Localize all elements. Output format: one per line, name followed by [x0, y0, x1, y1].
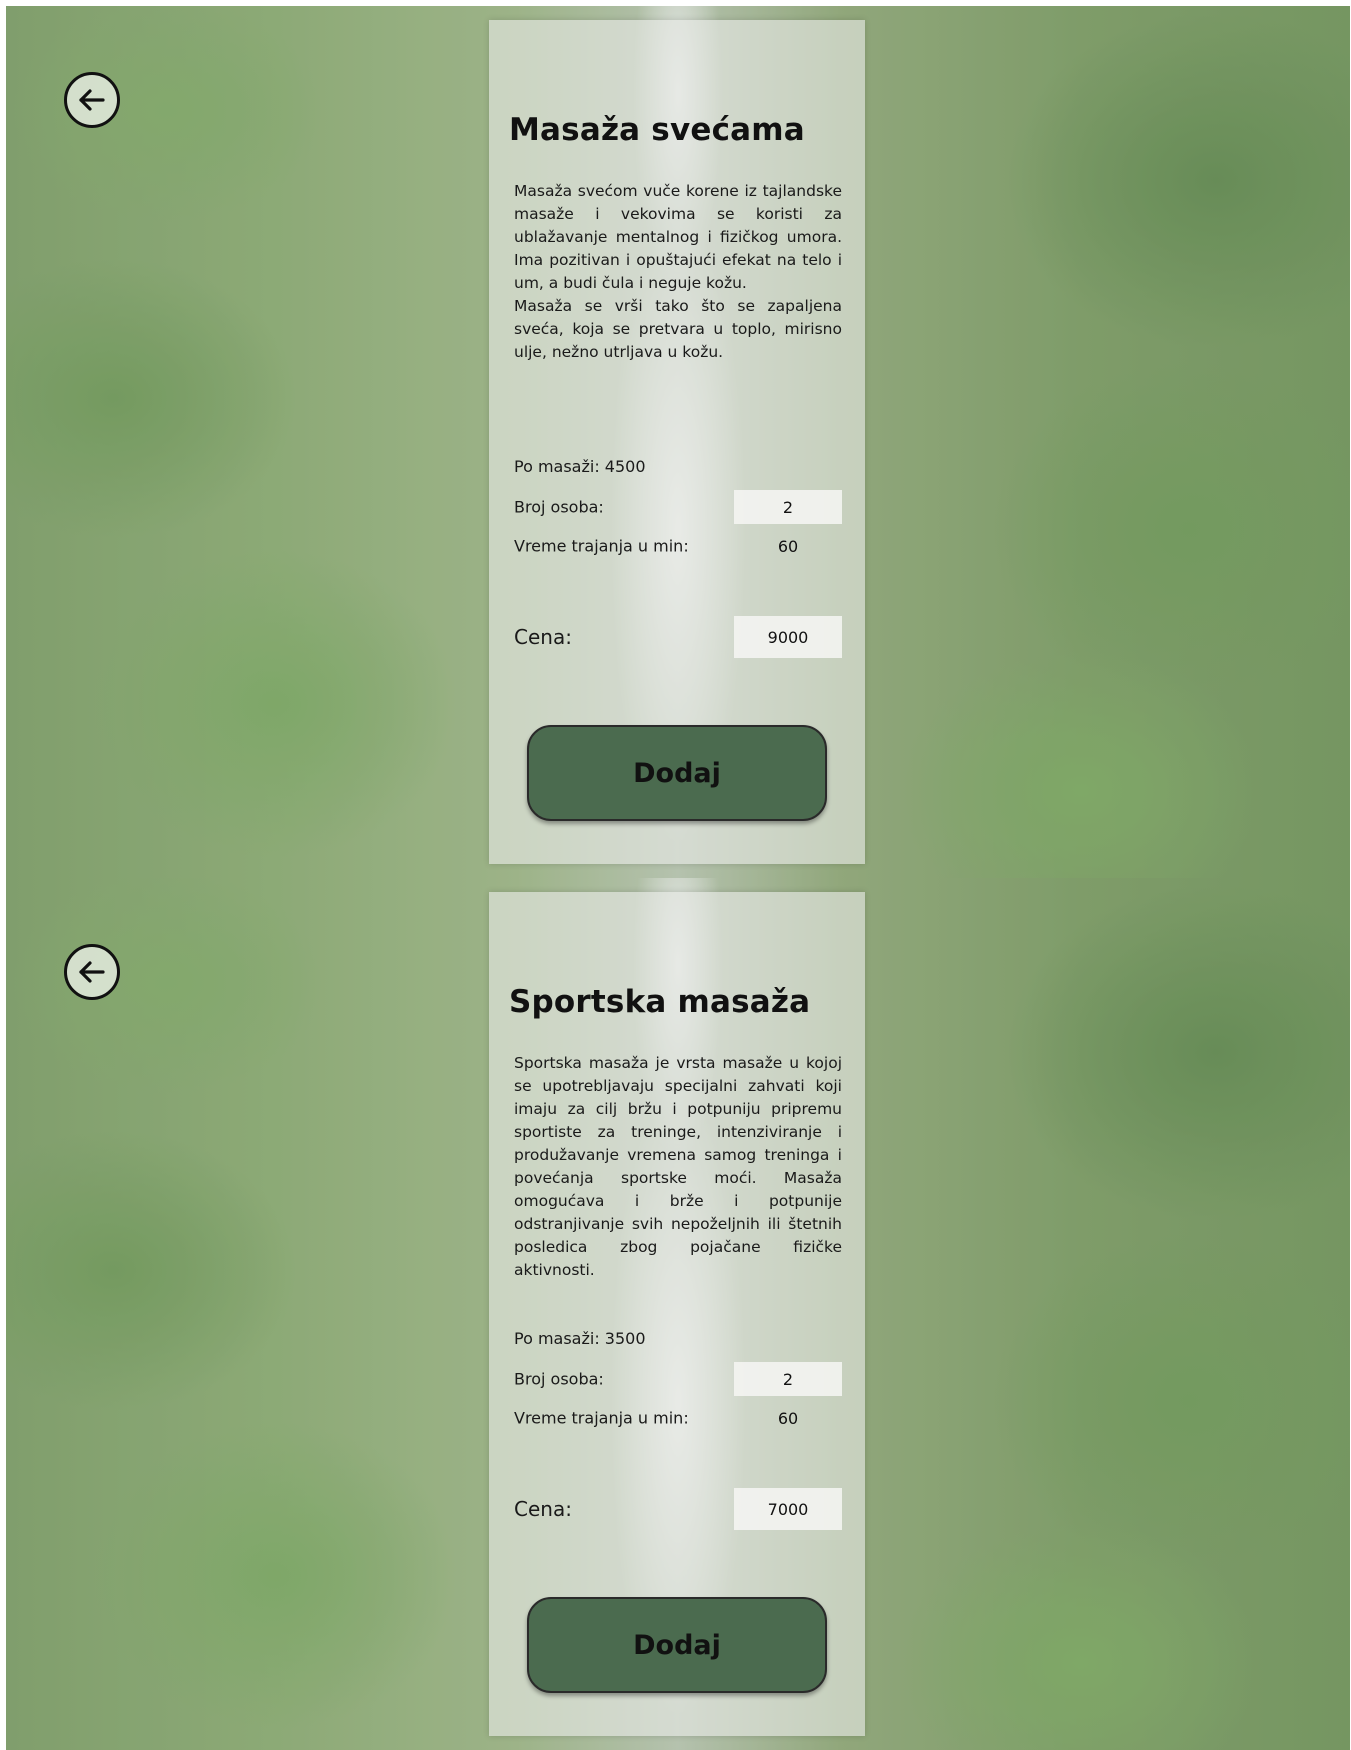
massage-detail-screen: Sportska masaža Sportska masaža je vrsta…: [6, 878, 1350, 1750]
massage-detail-screen: Masaža svećama Masaža svećom vuče korene…: [6, 6, 1350, 878]
per-massage-price-label: Po masaži: 4500: [514, 457, 646, 476]
back-button[interactable]: [64, 72, 120, 128]
add-button[interactable]: Dodaj: [527, 725, 827, 821]
persons-row: Broj osoba: 2: [514, 490, 842, 524]
duration-value: 60: [777, 536, 799, 556]
per-massage-price-label: Po masaži: 3500: [514, 1329, 646, 1348]
massage-card: Masaža svećama Masaža svećom vuče korene…: [489, 20, 865, 864]
add-button[interactable]: Dodaj: [527, 1597, 827, 1693]
persons-label: Broj osoba:: [514, 1369, 604, 1389]
arrow-left-icon: [79, 89, 105, 111]
duration-value: 60: [777, 1408, 799, 1428]
persons-label: Broj osoba:: [514, 497, 604, 517]
duration-label: Vreme trajanja u min:: [514, 536, 689, 556]
persons-input[interactable]: 2: [734, 1362, 842, 1396]
back-button[interactable]: [64, 944, 120, 1000]
duration-row: Vreme trajanja u min: 60: [514, 1404, 842, 1432]
price-value: 9000: [734, 616, 842, 658]
arrow-left-icon: [79, 961, 105, 983]
price-value: 7000: [734, 1488, 842, 1530]
price-label: Cena:: [514, 1497, 572, 1521]
duration-label: Vreme trajanja u min:: [514, 1408, 689, 1428]
duration-row: Vreme trajanja u min: 60: [514, 532, 842, 560]
persons-row: Broj osoba: 2: [514, 1362, 842, 1396]
massage-card: Sportska masaža Sportska masaža je vrsta…: [489, 892, 865, 1736]
per-massage-price-row: Po masaži: 3500: [514, 1329, 842, 1348]
persons-input[interactable]: 2: [734, 490, 842, 524]
massage-title: Masaža svećama: [509, 112, 805, 148]
massage-title: Sportska masaža: [509, 984, 811, 1020]
massage-description: Masaža svećom vuče korene iz tajlandske …: [514, 182, 842, 361]
price-row: Cena: 9000: [514, 616, 842, 658]
per-massage-price-row: Po masaži: 4500: [514, 457, 842, 476]
massage-description: Sportska masaža je vrsta masaže u kojoj …: [514, 1054, 842, 1279]
price-label: Cena:: [514, 625, 572, 649]
price-row: Cena: 7000: [514, 1488, 842, 1530]
